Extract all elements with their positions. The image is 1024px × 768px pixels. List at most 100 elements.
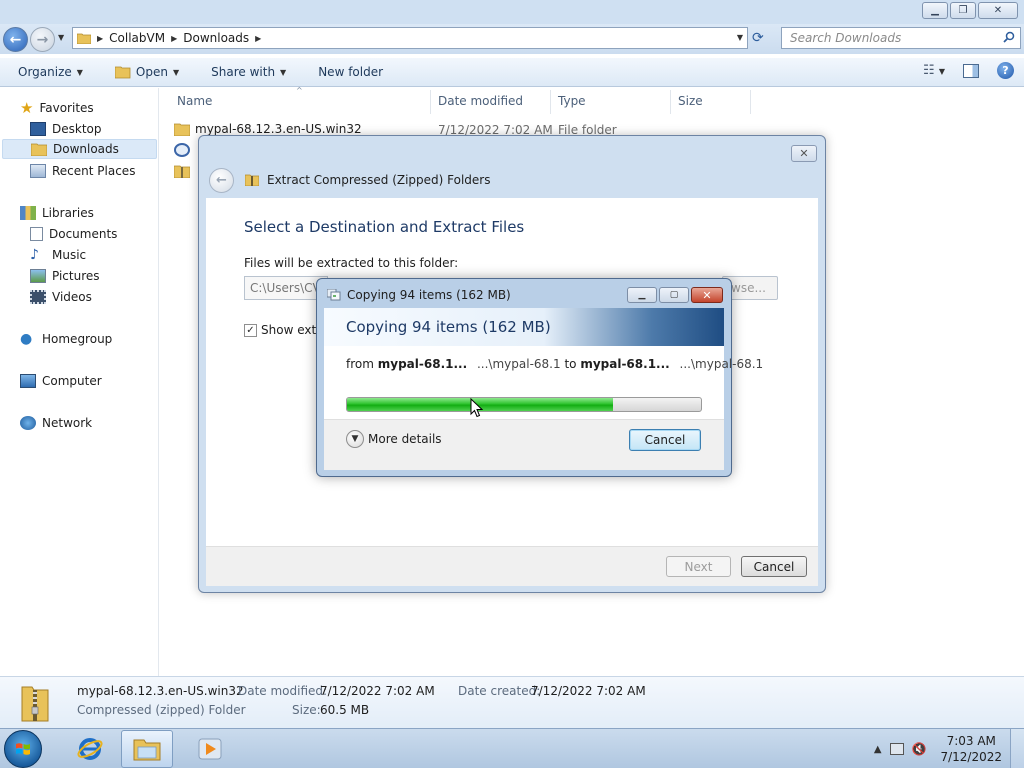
file-row-hidden[interactable] (174, 141, 190, 159)
nav-network[interactable]: Network (20, 413, 92, 433)
to-name[interactable]: mypal-68.1... (580, 357, 669, 371)
folder-open-icon (114, 66, 131, 79)
refresh-icon[interactable]: ⟳ (752, 30, 764, 46)
column-type[interactable]: Type (558, 94, 586, 108)
back-button[interactable]: ← (3, 27, 28, 52)
column-divider[interactable] (430, 90, 431, 114)
close-button[interactable]: ✕ (978, 2, 1018, 19)
copy-dialog-footer: ▼ More details Cancel (324, 419, 724, 470)
restore-button[interactable]: ❐ (950, 2, 976, 19)
wizard-close-button[interactable]: ✕ (791, 145, 817, 162)
toolbar-right: ☷ ▼ ? (923, 62, 1014, 79)
column-divider[interactable] (550, 90, 551, 114)
copy-close-button[interactable]: ✕ (691, 287, 723, 303)
show-desktop-button[interactable] (1010, 729, 1024, 768)
nav-documents[interactable]: Documents (30, 224, 117, 244)
navigation-pane: ★ Favorites Desktop Downloads Recent Pla… (0, 88, 159, 676)
breadcrumb-collabvm[interactable]: CollabVM (109, 31, 165, 45)
wizard-cancel-button[interactable]: Cancel (741, 556, 807, 577)
share-with-label: Share with (211, 65, 276, 79)
from-path: ...\mypal-68.1 (476, 357, 561, 371)
nav-desktop[interactable]: Desktop (30, 119, 102, 139)
preview-pane-icon[interactable] (963, 63, 979, 78)
nav-recent-places[interactable]: Recent Places (30, 161, 135, 181)
media-player-icon (198, 738, 222, 760)
new-folder-button[interactable]: New folder (310, 61, 391, 83)
more-details-label: More details (368, 432, 442, 446)
minimize-button[interactable]: ▁ (922, 2, 948, 19)
music-icon: ♪ (30, 247, 39, 263)
chevron-right-icon[interactable]: ▶ (171, 34, 177, 43)
windows-logo-icon (16, 743, 30, 755)
address-dropdown[interactable]: ▼ (737, 33, 743, 42)
next-button[interactable]: Next (666, 556, 731, 577)
clock[interactable]: 7:03 AM 7/12/2022 (940, 733, 1002, 765)
internet-explorer-taskbar-button[interactable] (64, 730, 116, 768)
videos-icon (30, 290, 46, 304)
nav-favorites-label: Favorites (39, 101, 94, 115)
address-box[interactable]: ▶ CollabVM ▶ Downloads ▶ ▼ (72, 27, 748, 49)
start-button[interactable] (4, 730, 42, 768)
nav-videos[interactable]: Videos (30, 287, 92, 307)
nav-downloads[interactable]: Downloads (2, 139, 157, 159)
nav-music[interactable]: ♪ Music (30, 245, 86, 265)
column-divider[interactable] (750, 90, 751, 114)
recent-pages-dropdown[interactable]: ▼ (58, 33, 64, 42)
copy-maximize-button[interactable]: ▢ (659, 287, 689, 303)
copy-progress-bar (346, 397, 702, 412)
copy-cancel-button[interactable]: Cancel (629, 429, 701, 451)
organize-button[interactable]: Organize ▼ (10, 61, 91, 83)
system-tray: ▲ 🔇 7:03 AM 7/12/2022 (874, 729, 1024, 768)
copy-heading: Copying 94 items (162 MB) (346, 318, 551, 336)
column-divider[interactable] (670, 90, 671, 114)
search-icon[interactable] (1003, 31, 1015, 43)
explorer-taskbar-button[interactable] (121, 730, 173, 768)
nav-libraries-label: Libraries (42, 206, 94, 220)
chevron-right-icon[interactable]: ▶ (255, 34, 261, 43)
chevron-down-icon: ▼ (172, 67, 180, 77)
views-icon[interactable]: ☷ ▼ (923, 63, 945, 78)
column-size[interactable]: Size (678, 94, 703, 108)
more-details-toggle[interactable]: ▼ More details (346, 430, 442, 448)
copy-minimize-button[interactable]: ▁ (627, 287, 657, 303)
network-icon[interactable] (889, 743, 904, 755)
file-row-hidden[interactable] (174, 162, 190, 180)
recent-places-icon (30, 164, 46, 178)
libraries-icon (20, 206, 36, 220)
show-hidden-icons-icon[interactable]: ▲ (874, 744, 882, 755)
volume-muted-icon[interactable]: 🔇 (912, 742, 927, 756)
folder-icon (174, 123, 190, 136)
search-input[interactable]: Search Downloads (781, 27, 1021, 49)
network-icon (20, 416, 36, 430)
checkbox-box[interactable]: ✓ (244, 323, 257, 337)
chevron-down-icon[interactable]: ▼ (346, 430, 364, 448)
clock-time: 7:03 AM (946, 734, 996, 748)
destination-label: Files will be extracted to this folder: (244, 256, 459, 270)
wizard-back-button[interactable]: ← (209, 168, 234, 193)
nav-libraries[interactable]: Libraries (20, 203, 94, 223)
nav-pictures[interactable]: Pictures (30, 266, 100, 286)
nav-homegroup[interactable]: ● Homegroup (20, 329, 112, 349)
media-player-taskbar-button[interactable] (184, 730, 236, 768)
copy-caption-buttons: ▁ ▢ ✕ (627, 287, 723, 303)
chevron-right-icon[interactable]: ▶ (97, 34, 103, 43)
column-name[interactable]: Name (177, 94, 212, 108)
help-icon[interactable]: ? (997, 62, 1014, 79)
open-button[interactable]: Open ▼ (107, 61, 187, 83)
wizard-footer: Next Cancel (206, 546, 818, 586)
nav-music-label: Music (52, 248, 87, 262)
details-date-created-label: Date created: (458, 684, 541, 698)
nav-computer[interactable]: Computer (20, 371, 102, 391)
caption-buttons: ▁ ❐ ✕ (922, 2, 1018, 19)
copy-banner: Copying 94 items (162 MB) (324, 308, 724, 346)
share-with-button[interactable]: Share with ▼ (203, 61, 294, 83)
forward-button[interactable]: → (30, 27, 55, 52)
column-date-modified[interactable]: Date modified (438, 94, 523, 108)
details-kind: Compressed (zipped) Folder (77, 703, 246, 717)
from-name[interactable]: mypal-68.1... (378, 357, 467, 371)
wizard-heading: Select a Destination and Extract Files (244, 218, 525, 236)
nav-favorites[interactable]: ★ Favorites (20, 98, 94, 118)
chevron-down-icon: ▼ (76, 67, 83, 77)
address-bar-row: ← → ▼ ▶ CollabVM ▶ Downloads ▶ ▼ ⟳ Searc… (0, 24, 1024, 54)
breadcrumb-downloads[interactable]: Downloads (183, 31, 249, 45)
